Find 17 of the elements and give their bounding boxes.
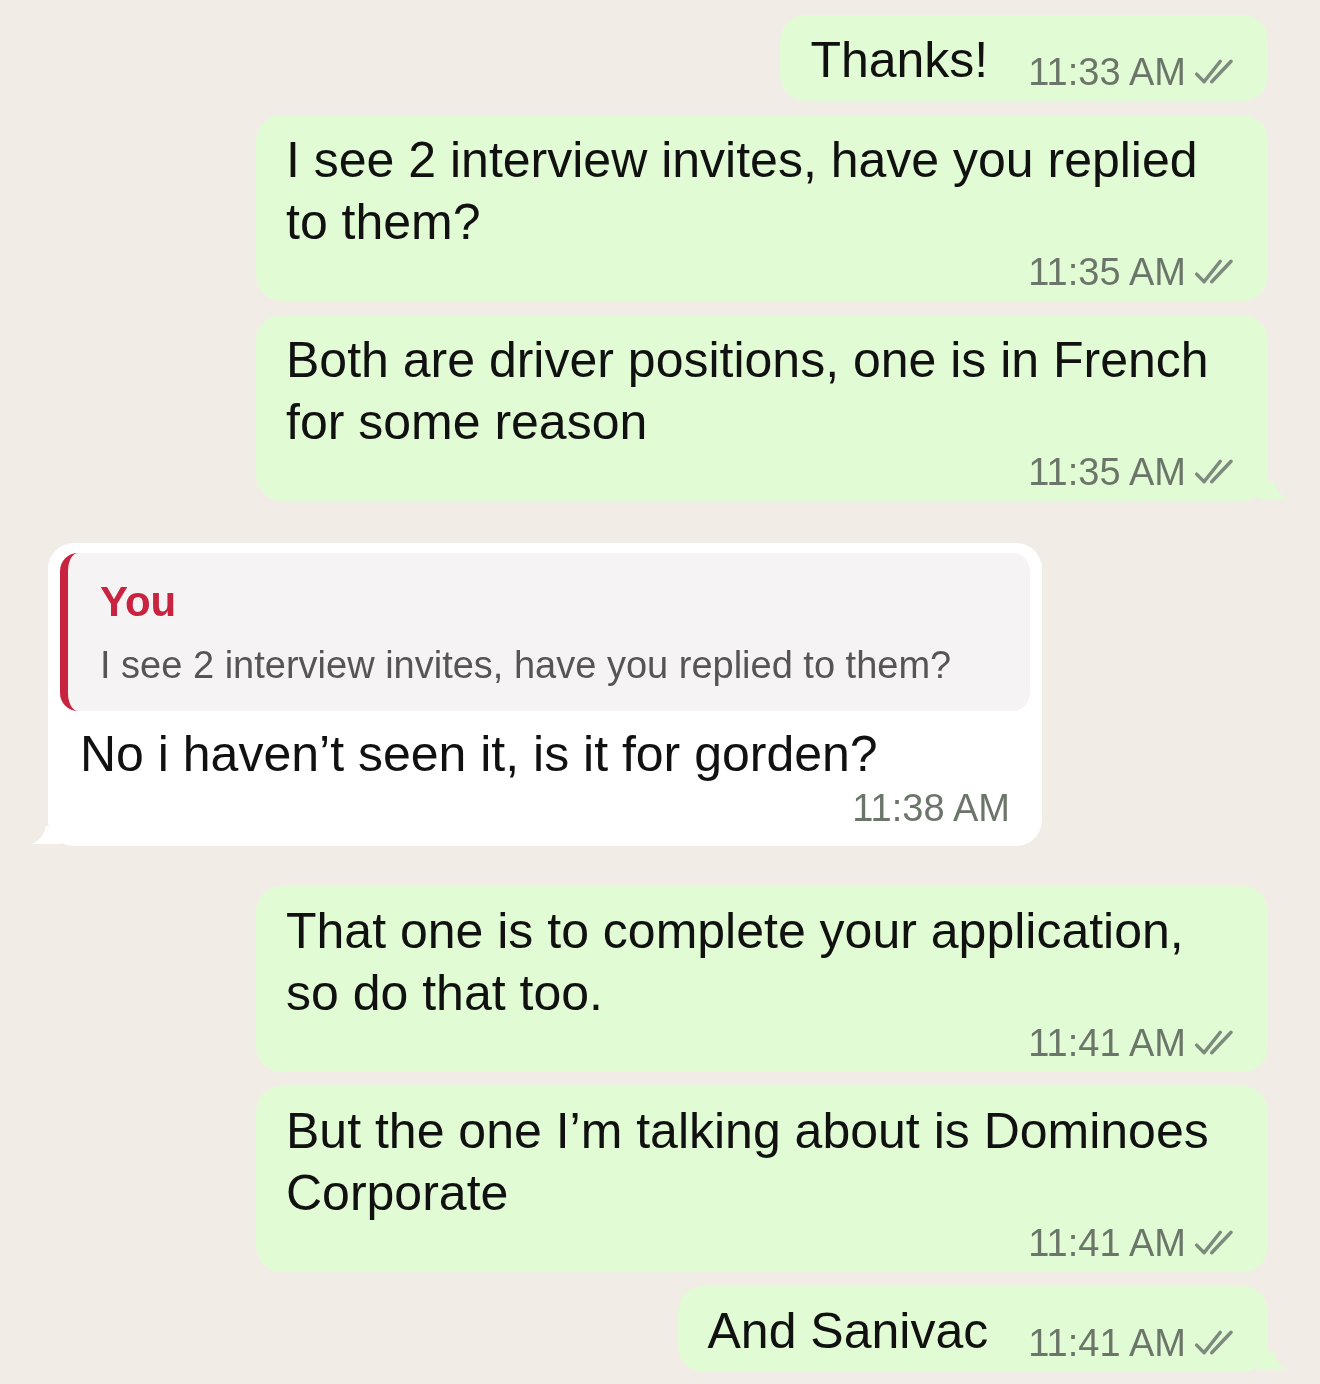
quote-text: I see 2 interview invites, have you replied to them?: [100, 643, 953, 687]
message-text: But the one I’m talking about is Dominoes Corporate: [286, 1102, 1210, 1223]
message-time: 11:33 AM: [1028, 53, 1186, 91]
message-time: 11:41 AM: [1028, 1324, 1186, 1362]
message-text: Both are driver positions, one is in French for some reason: [286, 331, 1210, 452]
message-text: No i haven’t seen it, is it for gorden?: [79, 725, 879, 784]
message-text: Thanks!: [810, 31, 989, 90]
message-time: 11:41 AM: [1028, 1224, 1186, 1262]
quote-author: You: [100, 579, 178, 625]
message-text: And Sanivac: [707, 1302, 989, 1361]
message-text: I see 2 interview invites, have you replied to them?: [286, 131, 1199, 252]
quoted-message[interactable]: You I see 2 interview invites, have you replied to them?: [60, 553, 1030, 711]
message-time: 11:38 AM: [852, 787, 1011, 830]
message-time: 11:35 AM: [1028, 453, 1186, 491]
message-time: 11:35 AM: [1028, 253, 1186, 291]
message-text: That one is to complete your application, so do that too.: [286, 902, 1185, 1023]
message-time: 11:41 AM: [1028, 1024, 1186, 1062]
